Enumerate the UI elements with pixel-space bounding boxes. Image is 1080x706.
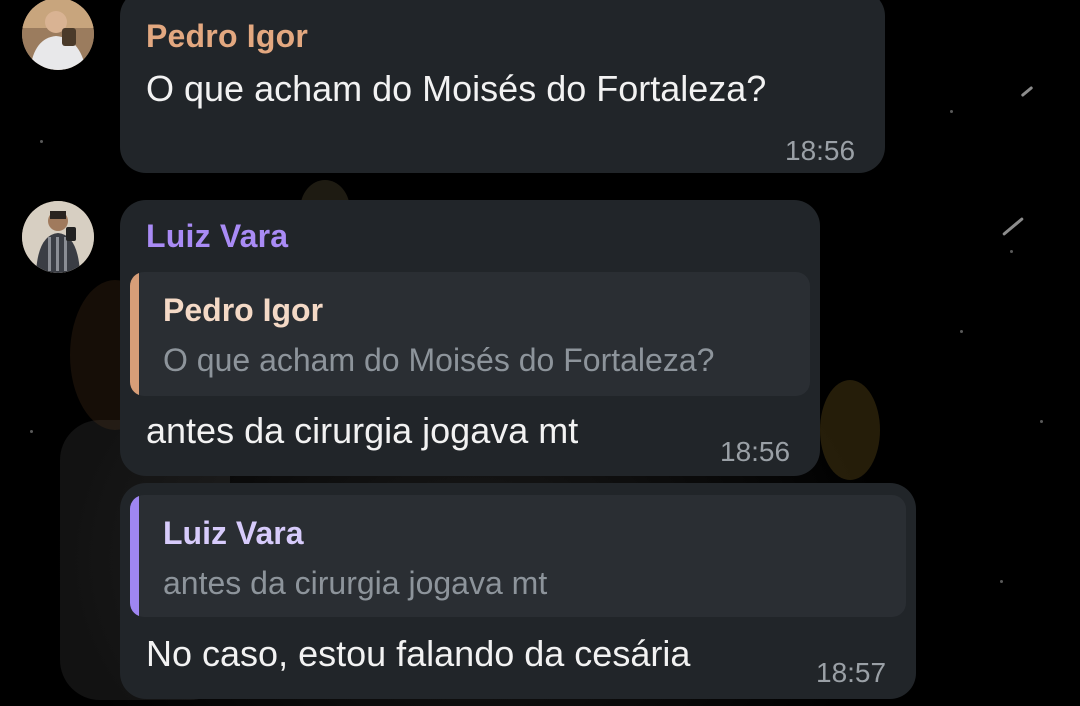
- avatar-luiz-vara[interactable]: [22, 201, 94, 273]
- user-avatar-icon: [22, 201, 94, 273]
- sender-name[interactable]: Luiz Vara: [146, 218, 288, 255]
- avatar-pedro-igor[interactable]: [22, 0, 94, 70]
- user-avatar-icon: [22, 0, 94, 70]
- wallpaper-star: [960, 330, 963, 333]
- wallpaper-star: [1000, 580, 1003, 583]
- sender-name[interactable]: Pedro Igor: [146, 18, 308, 55]
- wallpaper-star: [30, 430, 33, 433]
- reply-quote-text: antes da cirurgia jogava mt: [163, 565, 548, 601]
- reply-quote-bar: [130, 272, 139, 396]
- reply-quote-bar: [130, 495, 139, 617]
- message-bubble[interactable]: Luiz Vara Pedro Igor O que acham do Mois…: [120, 200, 820, 476]
- wallpaper-star: [40, 140, 43, 143]
- reply-quote-name: Pedro Igor: [163, 292, 324, 328]
- message-text: antes da cirurgia jogava mt: [146, 410, 579, 451]
- message-bubble[interactable]: Pedro Igor O que acham do Moisés do Fort…: [120, 0, 885, 173]
- wallpaper-shape: [820, 380, 880, 480]
- wallpaper-star: [1040, 420, 1043, 423]
- wallpaper-streak: [1002, 216, 1024, 237]
- reply-quote[interactable]: Pedro Igor O que acham do Moisés do Fort…: [130, 272, 810, 396]
- wallpaper-star: [1010, 250, 1013, 253]
- message-bubble[interactable]: Luiz Vara antes da cirurgia jogava mt No…: [120, 483, 916, 699]
- message-text: No caso, estou falando da cesária: [146, 633, 691, 674]
- wallpaper-streak: [1020, 85, 1034, 98]
- wallpaper-star: [950, 110, 953, 113]
- reply-quote-name: Luiz Vara: [163, 515, 304, 551]
- reply-quote-text: O que acham do Moisés do Fortaleza?: [163, 342, 715, 378]
- message-text: O que acham do Moisés do Fortaleza?: [146, 68, 767, 109]
- chat-view[interactable]: Pedro Igor O que acham do Moisés do Fort…: [0, 0, 1080, 706]
- message-time: 18:56: [720, 436, 791, 467]
- message-time: 18:56: [785, 135, 856, 166]
- reply-quote[interactable]: Luiz Vara antes da cirurgia jogava mt: [130, 495, 906, 617]
- message-time: 18:57: [816, 657, 887, 688]
